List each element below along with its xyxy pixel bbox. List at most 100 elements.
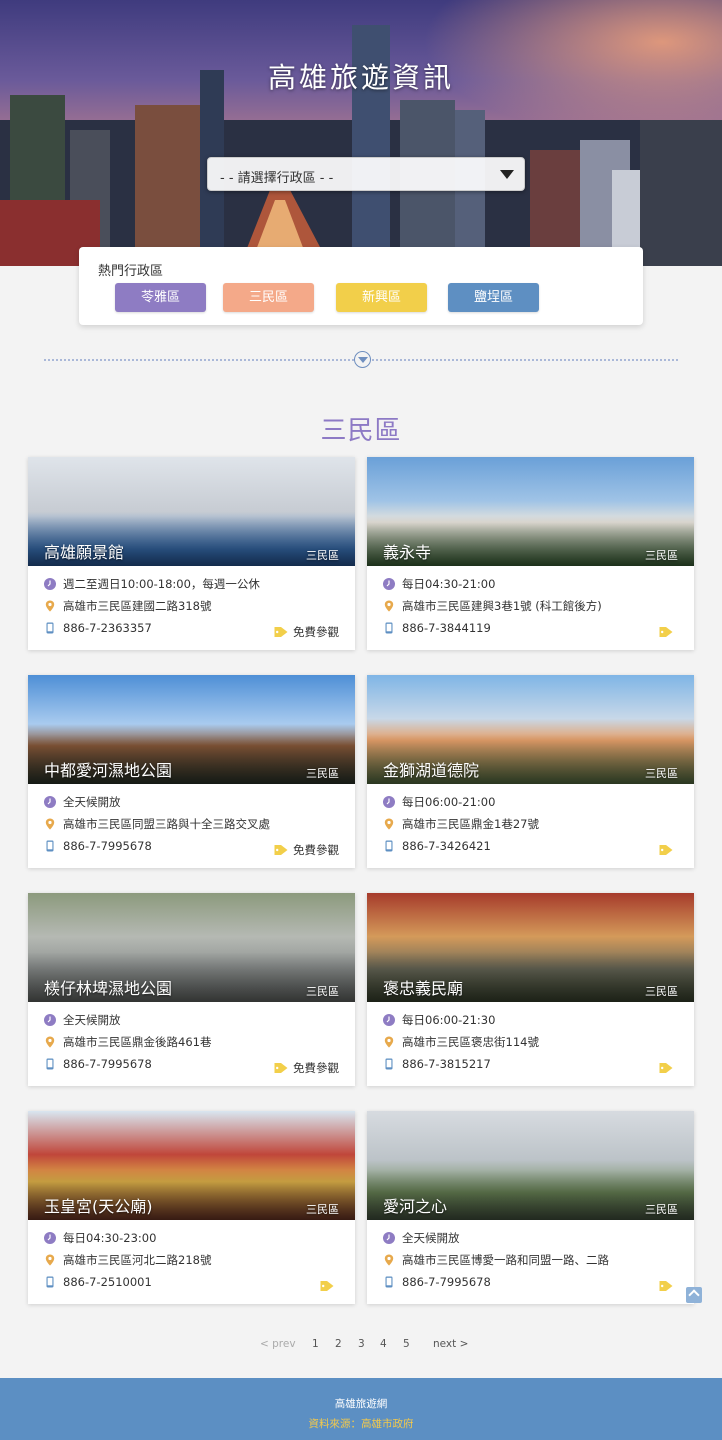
opening-hours: 每日06:00-21:00 (402, 795, 496, 809)
location-pin-icon (383, 817, 402, 831)
attraction-card[interactable]: 愛河之心 三民區全天候開放高雄市三民區博愛一路和同盟一路、二路 886-7-7995… (367, 1111, 694, 1304)
opening-hours-row: 全天候開放 (44, 794, 121, 810)
phone-icon (383, 1275, 402, 1289)
attraction-card[interactable]: 金獅湖道德院 三民區每日06:00-21:00 高雄市三民區鼎金1巷27號 886-7… (367, 675, 694, 868)
phone-icon (44, 621, 63, 635)
phone-number: 886-7-3844119 (402, 621, 491, 635)
ticket-info: 免費參觀 (274, 624, 339, 640)
attraction-district: 三民區 (306, 1203, 339, 1216)
hero-banner: 高雄旅遊資訊 - - 請選擇行政區 - - (0, 0, 722, 266)
attraction-card[interactable]: 檨仔林埤濕地公園 三民區 全天候開放 高雄市三民區鼎金後路461巷 886-7-7995… (28, 893, 355, 1086)
location-pin-icon (383, 1035, 402, 1049)
opening-hours-row: 全天候開放 (383, 1230, 460, 1246)
opening-hours: 全天候開放 (63, 1013, 121, 1027)
pagination-page-5[interactable]: 5 (403, 1338, 410, 1350)
popular-districts-label: 熱門行政區 (98, 264, 164, 279)
tag-icon (659, 843, 678, 857)
location-pin-icon (44, 599, 63, 613)
clock-icon (44, 577, 63, 591)
tag-icon (659, 625, 678, 639)
phone-icon (44, 1275, 63, 1289)
attraction-district: 三民區 (645, 1203, 678, 1216)
opening-hours-row: 每日06:00-21:30 (383, 1012, 495, 1028)
city-skyline-image (0, 25, 722, 266)
tag-icon (320, 1279, 339, 1293)
hero-title: 高雄旅遊資訊 (267, 61, 454, 94)
phone-number: 886-7-7995678 (402, 1275, 491, 1289)
phone-number: 886-7-3815217 (402, 1057, 491, 1071)
phone-row: 886-7-3844119 (383, 620, 491, 636)
address-row: 高雄市三民區博愛一路和同盟一路、二路 (383, 1252, 609, 1268)
address-row: 高雄市三民區建國二路318號 (44, 598, 211, 614)
phone-number: 886-7-3426421 (402, 839, 491, 853)
pagination-page-3[interactable]: 3 (358, 1338, 365, 1350)
district-select[interactable]: - - 請選擇行政區 - - (207, 157, 525, 191)
attraction-card[interactable]: 中都愛河濕地公園 三民區 全天候開放 高雄市三民區同盟三路與十全三路交叉處 886-7-… (28, 675, 355, 868)
clock-icon (44, 795, 63, 809)
attraction-card[interactable]: 義永寺 三民區 每日04:30-21:00 高雄市三民區建興3巷1號 (科工館後方) 8… (367, 457, 694, 650)
clock-icon (44, 1013, 63, 1027)
attraction-name: 褒忠義民廟 (383, 979, 464, 998)
ticket-info: 免費參觀 (274, 1060, 339, 1076)
tag-icon (659, 1061, 678, 1075)
address-row: 高雄市三民區同盟三路與十全三路交叉處 (44, 816, 270, 832)
opening-hours-row: 每日06:00-21:00 (383, 794, 495, 810)
phone-icon (383, 621, 402, 635)
phone-row: 886-7-3426421 (383, 838, 491, 854)
address: 高雄市三民區博愛一路和同盟一路、二路 (402, 1253, 609, 1267)
pagination-next[interactable]: next > (433, 1338, 468, 1350)
tag-icon (274, 843, 293, 857)
address: 高雄市三民區同盟三路與十全三路交叉處 (63, 817, 270, 831)
address: 高雄市三民區建國二路318號 (63, 599, 212, 613)
ticket-info (659, 1060, 678, 1076)
back-to-top-button[interactable] (686, 1287, 702, 1303)
address-row: 高雄市三民區鼎金1巷27號 (383, 816, 539, 832)
clock-icon (383, 795, 402, 809)
pagination-page-1[interactable]: 1 (312, 1338, 319, 1350)
phone-icon (44, 839, 63, 853)
attraction-district: 三民區 (306, 985, 339, 998)
district-button-yancheng[interactable]: 鹽埕區 (448, 283, 539, 312)
address-row: 高雄市三民區褒忠街114號 (383, 1034, 539, 1050)
clock-icon (383, 1231, 402, 1245)
pagination-prev[interactable]: < prev (260, 1338, 296, 1350)
attraction-card[interactable]: 高雄願景館 三民區 週二至週日10:00-18:00，每週一公休 高雄市三民區建國二路… (28, 457, 355, 650)
phone-row: 886-7-7995678 (44, 838, 152, 854)
attraction-card[interactable]: 玉皇宮(天公廟) 三民區 每日04:30-23:00 高雄市三民區河北二路218號 88… (28, 1111, 355, 1304)
attraction-district: 三民區 (645, 767, 678, 780)
phone-number: 886-7-2510001 (63, 1275, 152, 1289)
address: 高雄市三民區鼎金後路461巷 (63, 1035, 212, 1049)
phone-row: 886-7-7995678 (383, 1274, 491, 1290)
phone-row: 886-7-2510001 (44, 1274, 152, 1290)
phone-number: 886-7-2363357 (63, 621, 152, 635)
attraction-card[interactable]: 褒忠義民廟 三民區每日06:00-21:30 高雄市三民區褒忠街114號 886-7-… (367, 893, 694, 1086)
opening-hours-row: 每日04:30-23:00 (44, 1230, 156, 1246)
opening-hours: 每日04:30-21:00 (402, 577, 496, 591)
ticket-info (659, 1278, 678, 1294)
address-row: 高雄市三民區河北二路218號 (44, 1252, 211, 1268)
clock-icon (383, 577, 402, 591)
popular-districts-panel: 熱門行政區 苓雅區 三民區 新興區 鹽埕區 (79, 247, 643, 325)
ticket-label: 免費參觀 (293, 625, 339, 639)
attraction-district: 三民區 (306, 767, 339, 780)
location-pin-icon (44, 817, 63, 831)
location-pin-icon (44, 1035, 63, 1049)
scroll-down-icon[interactable] (354, 351, 371, 368)
tag-icon (659, 1279, 678, 1293)
district-button-xinxing[interactable]: 新興區 (336, 283, 427, 312)
district-button-sanmin[interactable]: 三民區 (223, 283, 314, 312)
attraction-name: 愛河之心 (383, 1197, 448, 1216)
ticket-label: 免費參觀 (293, 1061, 339, 1075)
pagination-page-4[interactable]: 4 (380, 1338, 387, 1350)
address: 高雄市三民區褒忠街114號 (402, 1035, 539, 1049)
attraction-name: 金獅湖道德院 (383, 761, 480, 780)
district-button-lingya[interactable]: 苓雅區 (115, 283, 206, 312)
pagination-page-2[interactable]: 2 (335, 1338, 342, 1350)
footer-site-name: 高雄旅遊網 (334, 1398, 388, 1410)
phone-row: 886-7-2363357 (44, 620, 152, 636)
phone-row: 886-7-3815217 (383, 1056, 491, 1072)
opening-hours: 週二至週日10:00-18:00，每週一公休 (63, 577, 260, 591)
address: 高雄市三民區河北二路218號 (63, 1253, 212, 1267)
attraction-district: 三民區 (645, 985, 678, 998)
phone-number: 886-7-7995678 (63, 839, 152, 853)
